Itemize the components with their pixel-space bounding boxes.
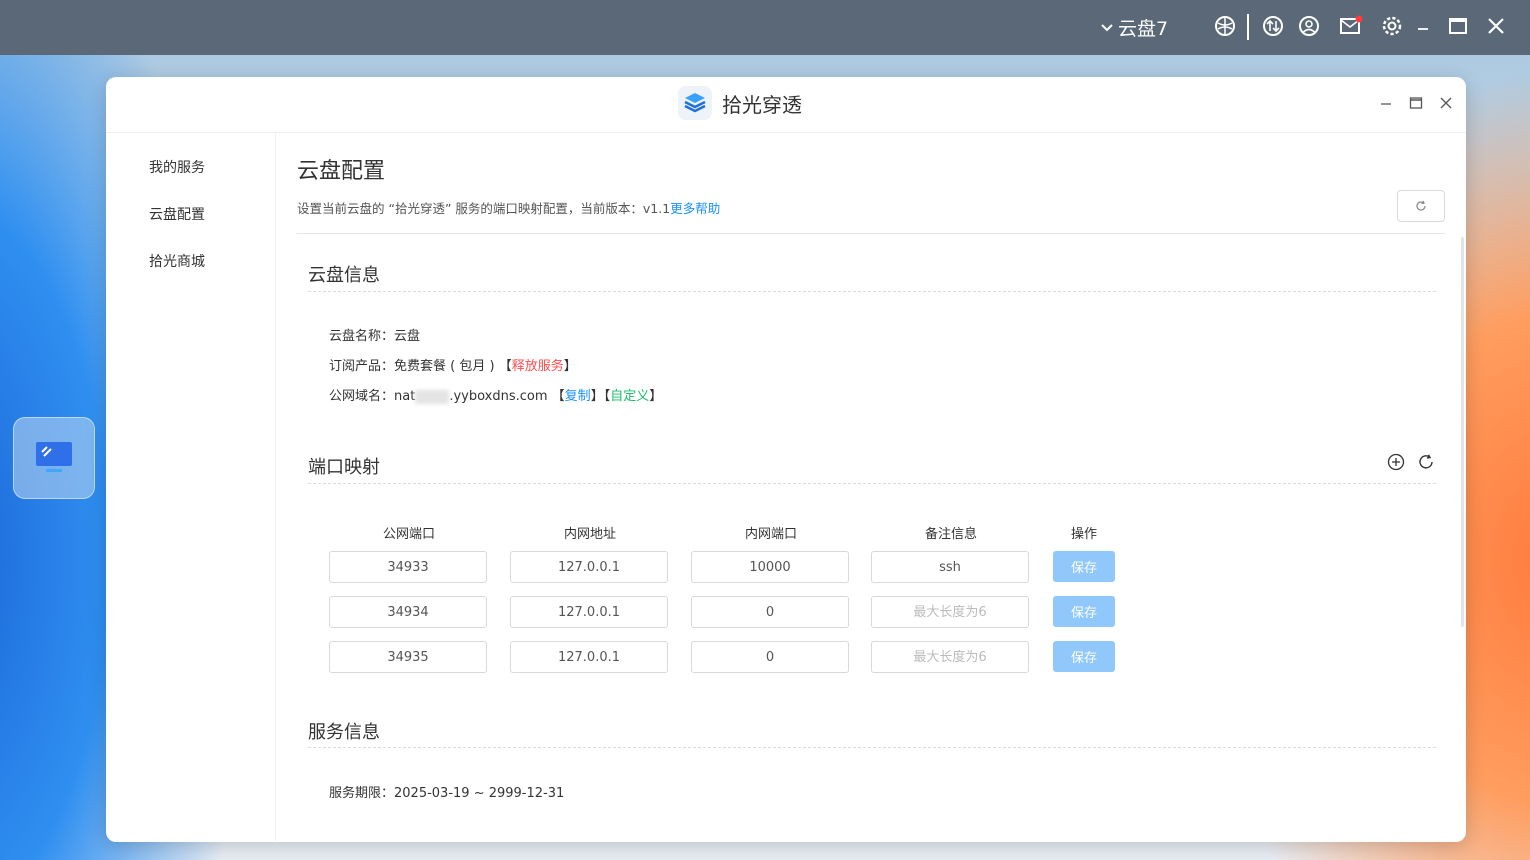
inner-address-input[interactable] [510,551,668,583]
scrollbar[interactable] [1461,237,1464,627]
service-period-row: 服务期限：2025-03-19 ~ 2999-12-31 [329,782,564,801]
save-button[interactable]: 保存 [1053,641,1115,672]
desktop-app-icon[interactable] [13,417,95,499]
public-port-input[interactable] [329,596,487,628]
public-port-input[interactable] [329,641,487,673]
page-desc-text: 设置当前云盘的 “拾光穿透” 服务的端口映射配置，当前版本：v1.1 [297,201,671,216]
sidebar-item-store[interactable]: 拾光商城 [149,251,205,271]
refresh-button[interactable] [1397,190,1445,222]
release-service-link[interactable]: 释放服务 [512,359,564,374]
monitor-icon [36,442,72,472]
service-period-value: 2025-03-19 ~ 2999-12-31 [394,786,565,801]
cloud-name-row: 云盘名称：云盘 [329,325,420,344]
column-header: 操作 [1070,527,1097,542]
inner-port-input[interactable] [691,551,849,583]
column-header: 内网端口 [744,527,797,542]
refresh-icon [1416,200,1426,211]
note-input[interactable] [871,551,1029,583]
domain-label: 公网域名： [329,389,395,404]
sidebar: 我的服务 云盘配置 拾光商城 [106,133,276,842]
note-input[interactable] [871,596,1029,628]
gear-icon[interactable] [1379,13,1405,39]
section-divider [308,747,1436,748]
domain-row: 公网域名：nat .yyboxdns.com 【复制】【自定义】 [329,385,662,404]
section-title-service-info: 服务信息 [308,722,380,743]
bracket-close: 】 [590,389,604,404]
product-row: 订阅产品：免费套餐 ( 包月 ) 【释放服务】 [329,355,577,374]
sidebar-item-my-services[interactable]: 我的服务 [149,157,205,177]
cloud-name-value: 云盘 [394,329,421,344]
minimize-icon[interactable] [1410,13,1436,39]
help-link[interactable]: 更多帮助 [670,201,720,216]
maximize-icon[interactable] [1445,13,1471,39]
bracket-close: 】 [649,389,663,404]
bracket-open: 【 [551,389,565,404]
window-header: 拾光穿透 [106,77,1466,133]
window-maximize-icon[interactable] [1406,93,1426,113]
cloud-switcher[interactable]: 云盘7 [1100,14,1168,41]
inner-address-input[interactable] [510,641,668,673]
save-button[interactable]: 保存 [1053,551,1115,582]
product-value: 免费套餐 ( 包月 ) [394,359,499,374]
sync-icon[interactable] [1417,453,1435,471]
service-period-label: 服务期限： [329,786,395,801]
cloud-name: 云盘7 [1118,18,1169,40]
inner-port-input[interactable] [691,641,849,673]
bracket-close: 】 [563,359,577,374]
chevron-down-icon [1101,23,1113,31]
save-button[interactable]: 保存 [1053,596,1115,627]
inner-port-input[interactable] [691,596,849,628]
window-minimize-icon[interactable] [1376,93,1396,113]
product-label: 订阅产品： [329,359,395,374]
main-content: 云盘配置 设置当前云盘的 “拾光穿透” 服务的端口映射配置，当前版本：v1.1更… [297,133,1445,842]
inner-address-input[interactable] [510,596,668,628]
public-port-input[interactable] [329,551,487,583]
note-input[interactable] [871,641,1029,673]
bracket-open: 【 [498,359,512,374]
page-description: 设置当前云盘的 “拾光穿透” 服务的端口映射配置，当前版本：v1.1更多帮助 [297,198,720,217]
transfer-icon[interactable] [1260,13,1286,39]
section-divider [308,483,1436,484]
app-title-text: 拾光穿透 [722,92,802,117]
redacted-blur [415,389,450,404]
column-header: 内网地址 [563,527,616,542]
mail-icon[interactable] [1338,13,1364,39]
domain-suffix: .yyboxdns.com [449,389,548,404]
network-icon[interactable] [1212,13,1238,39]
section-divider [308,291,1436,292]
close-icon[interactable] [1483,13,1509,39]
header-divider [297,233,1445,234]
section-title-cloud-info: 云盘信息 [308,265,380,286]
app-window: 拾光穿透 我的服务 云盘配置 拾光商城 云盘配置 设置当前云盘的 “拾光穿透” … [106,77,1466,842]
user-icon[interactable] [1296,13,1322,39]
section-title-port-mapping: 端口映射 [308,457,380,478]
add-mapping-icon[interactable] [1387,453,1405,471]
app-title: 拾光穿透 [678,86,802,120]
column-header: 公网端口 [382,527,435,542]
copy-link[interactable]: 复制 [565,389,591,404]
domain-prefix: nat [394,389,416,404]
sidebar-item-cloud-config[interactable]: 云盘配置 [149,204,205,224]
cloud-name-label: 云盘名称： [329,329,395,344]
topbar-divider [1247,14,1249,40]
window-close-icon[interactable] [1436,93,1456,113]
layers-logo-icon [678,86,712,120]
page-title: 云盘配置 [297,159,386,184]
custom-domain-link[interactable]: 自定义 [610,389,649,404]
system-topbar: 云盘7 [0,0,1530,55]
